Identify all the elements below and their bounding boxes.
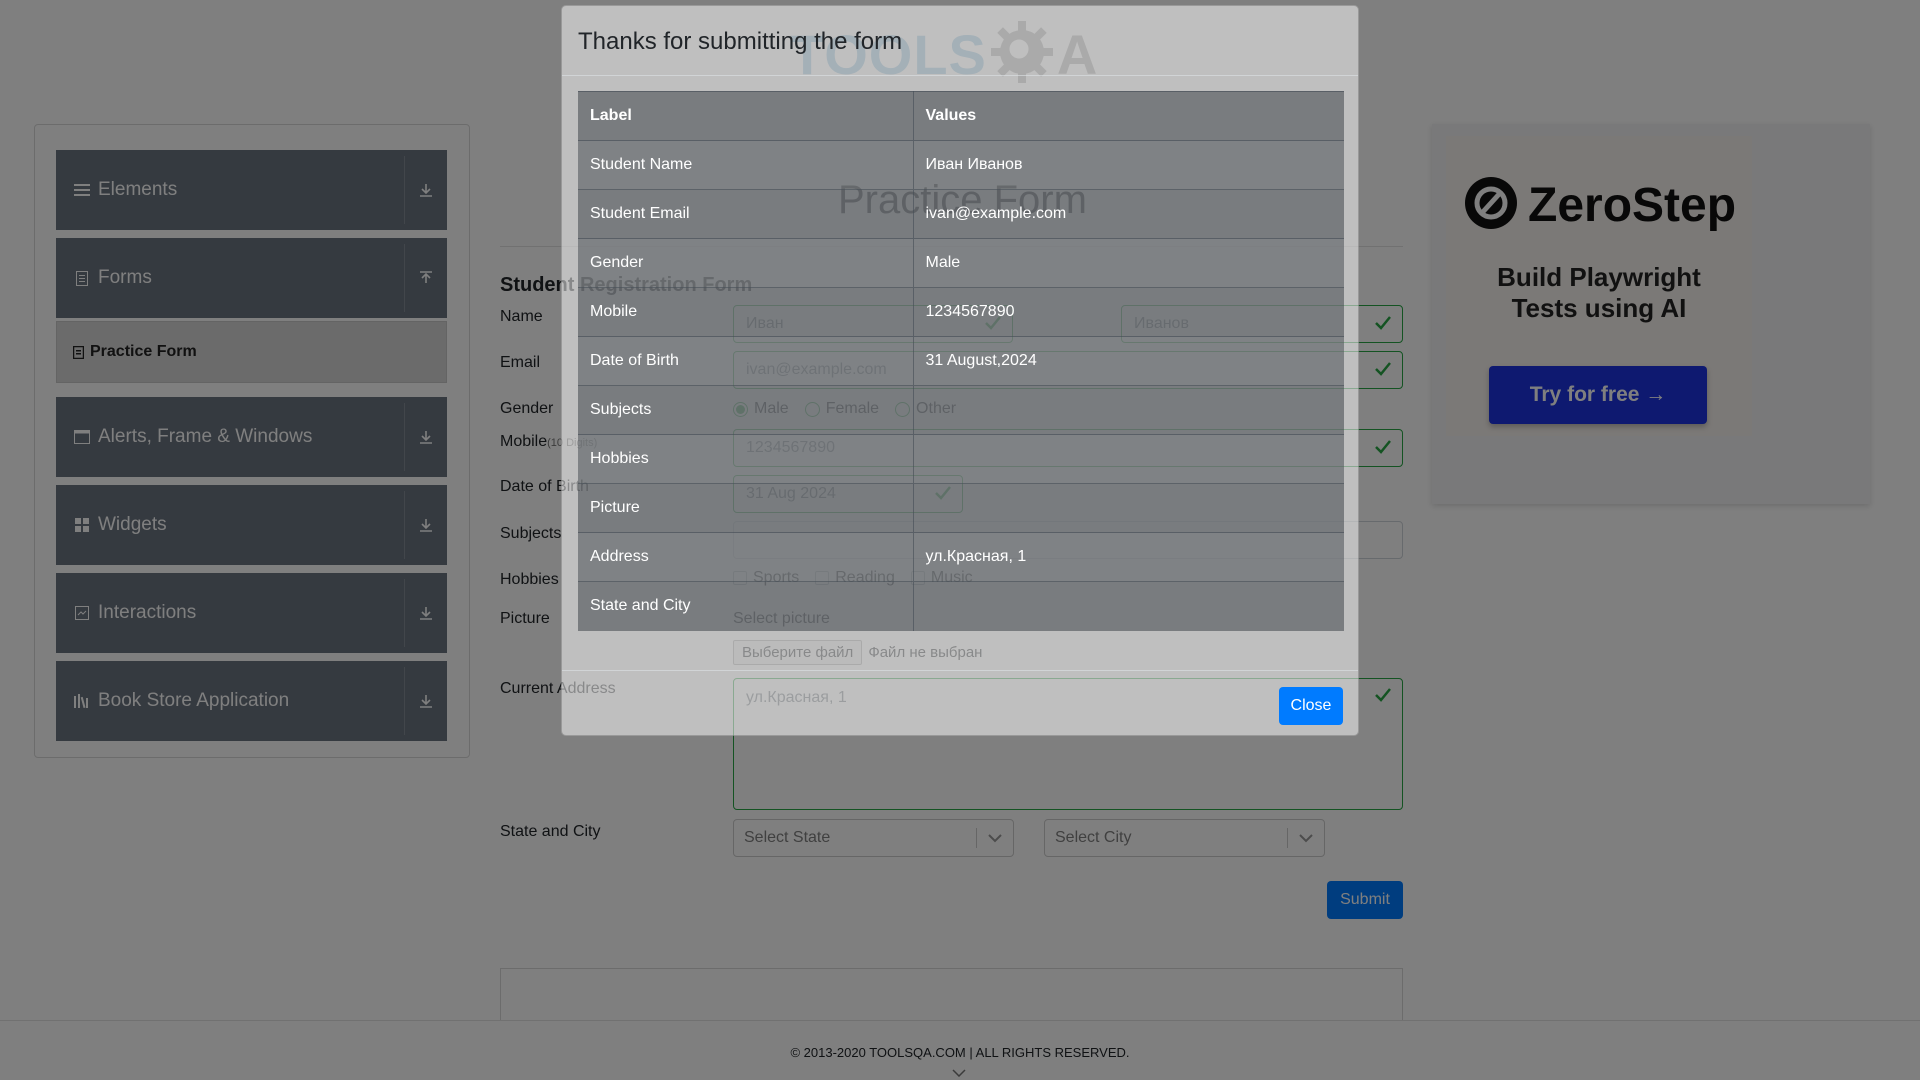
row-value bbox=[913, 385, 1344, 435]
table-row: Subjects bbox=[578, 385, 1344, 435]
row-value: 1234567890 bbox=[913, 287, 1344, 337]
row-value: Male bbox=[913, 238, 1344, 288]
row-label: Picture bbox=[578, 483, 914, 533]
table-row: Picture bbox=[578, 483, 1344, 533]
submission-modal: Thanks for submitting the form Label Val… bbox=[561, 5, 1359, 736]
row-label: Address bbox=[578, 532, 914, 582]
row-label: Student Name bbox=[578, 140, 914, 190]
table-row: Address ул.Красная, 1 bbox=[578, 532, 1344, 582]
row-value bbox=[913, 581, 1344, 631]
table-row: State and City bbox=[578, 581, 1344, 631]
row-label: Student Email bbox=[578, 189, 914, 239]
row-value: ivan@example.com bbox=[913, 189, 1344, 239]
row-label: Date of Birth bbox=[578, 336, 914, 386]
row-value bbox=[913, 434, 1344, 484]
modal-title: Thanks for submitting the form bbox=[578, 28, 903, 55]
row-value bbox=[913, 483, 1344, 533]
row-label: State and City bbox=[578, 581, 914, 631]
table-header-row: Label Values bbox=[578, 91, 1344, 141]
table-row: Student Email ivan@example.com bbox=[578, 189, 1344, 239]
close-button[interactable]: Close bbox=[1279, 687, 1343, 725]
row-label: Hobbies bbox=[578, 434, 914, 484]
table-row: Student Name Иван Иванов bbox=[578, 140, 1344, 190]
column-header-label: Label bbox=[578, 91, 914, 141]
submission-table: Label Values Student Name Иван Иванов Stu… bbox=[578, 91, 1344, 631]
row-label: Subjects bbox=[578, 385, 914, 435]
table-row: Hobbies bbox=[578, 434, 1344, 484]
column-header-values: Values bbox=[913, 91, 1344, 141]
modal-footer: Close bbox=[562, 670, 1358, 736]
modal-header: Thanks for submitting the form bbox=[562, 6, 1358, 76]
table-row: Gender Male bbox=[578, 238, 1344, 288]
row-label: Mobile bbox=[578, 287, 914, 337]
row-value: 31 August,2024 bbox=[913, 336, 1344, 386]
row-label: Gender bbox=[578, 238, 914, 288]
row-value: Иван Иванов bbox=[913, 140, 1344, 190]
table-row: Date of Birth 31 August,2024 bbox=[578, 336, 1344, 386]
table-row: Mobile 1234567890 bbox=[578, 287, 1344, 337]
row-value: ул.Красная, 1 bbox=[913, 532, 1344, 582]
